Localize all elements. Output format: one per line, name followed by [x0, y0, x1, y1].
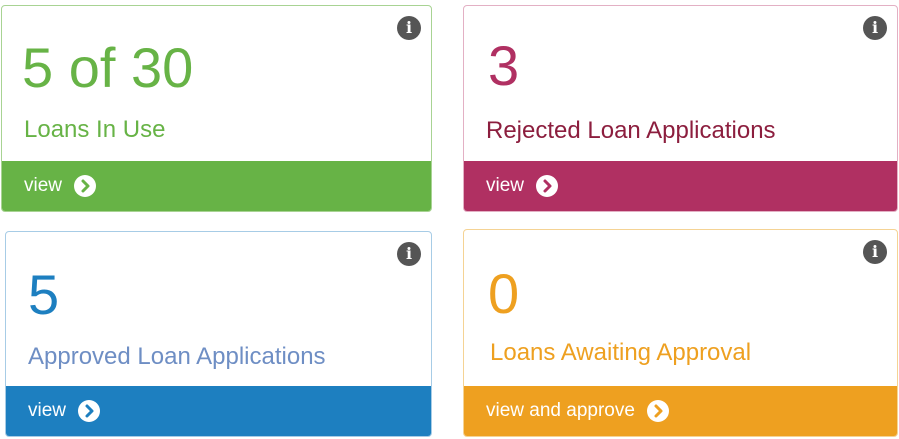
info-icon[interactable]: i: [397, 242, 421, 266]
loans-in-use-card: 5 of 30 Loans In Use i view: [1, 5, 432, 212]
chevron-right-circle-icon: [78, 400, 101, 422]
chevron-right-circle-icon: [646, 400, 669, 422]
info-icon[interactable]: i: [863, 16, 887, 40]
view-label: view: [486, 175, 525, 196]
awaiting-approval-card: 0 Loans Awaiting Approval i view and app…: [463, 229, 898, 437]
chevron-path: [543, 179, 552, 193]
rejected-applications-card: 3 Rejected Loan Applications i view: [463, 5, 898, 212]
awaiting-approval-value: 0: [488, 262, 520, 325]
chevron-right-circle-icon: [74, 175, 97, 197]
chevron-path: [85, 404, 94, 418]
rejected-applications-label: Rejected Loan Applications: [486, 117, 776, 144]
view-and-approve-button[interactable]: view and approve: [464, 386, 897, 436]
view-label: view: [24, 175, 63, 196]
info-icon[interactable]: i: [397, 16, 421, 40]
approved-applications-card: 5 Approved Loan Applications i view: [5, 231, 432, 437]
view-label: view: [28, 400, 67, 421]
loans-in-use-label: Loans In Use: [24, 116, 166, 143]
view-and-approve-label: view and approve: [486, 400, 635, 421]
rejected-applications-view-button[interactable]: view: [464, 161, 897, 211]
loans-in-use-view-button[interactable]: view: [2, 161, 431, 211]
info-icon[interactable]: i: [863, 240, 887, 264]
loans-in-use-value: 5 of 30: [22, 36, 194, 99]
chevron-path: [654, 404, 663, 418]
approved-applications-value: 5: [28, 263, 60, 326]
chevron-path: [81, 179, 90, 193]
approved-applications-label: Approved Loan Applications: [28, 343, 326, 370]
approved-applications-view-button[interactable]: view: [6, 386, 431, 436]
chevron-right-circle-icon: [536, 175, 559, 197]
rejected-applications-value: 3: [488, 34, 520, 97]
awaiting-approval-label: Loans Awaiting Approval: [490, 339, 752, 366]
